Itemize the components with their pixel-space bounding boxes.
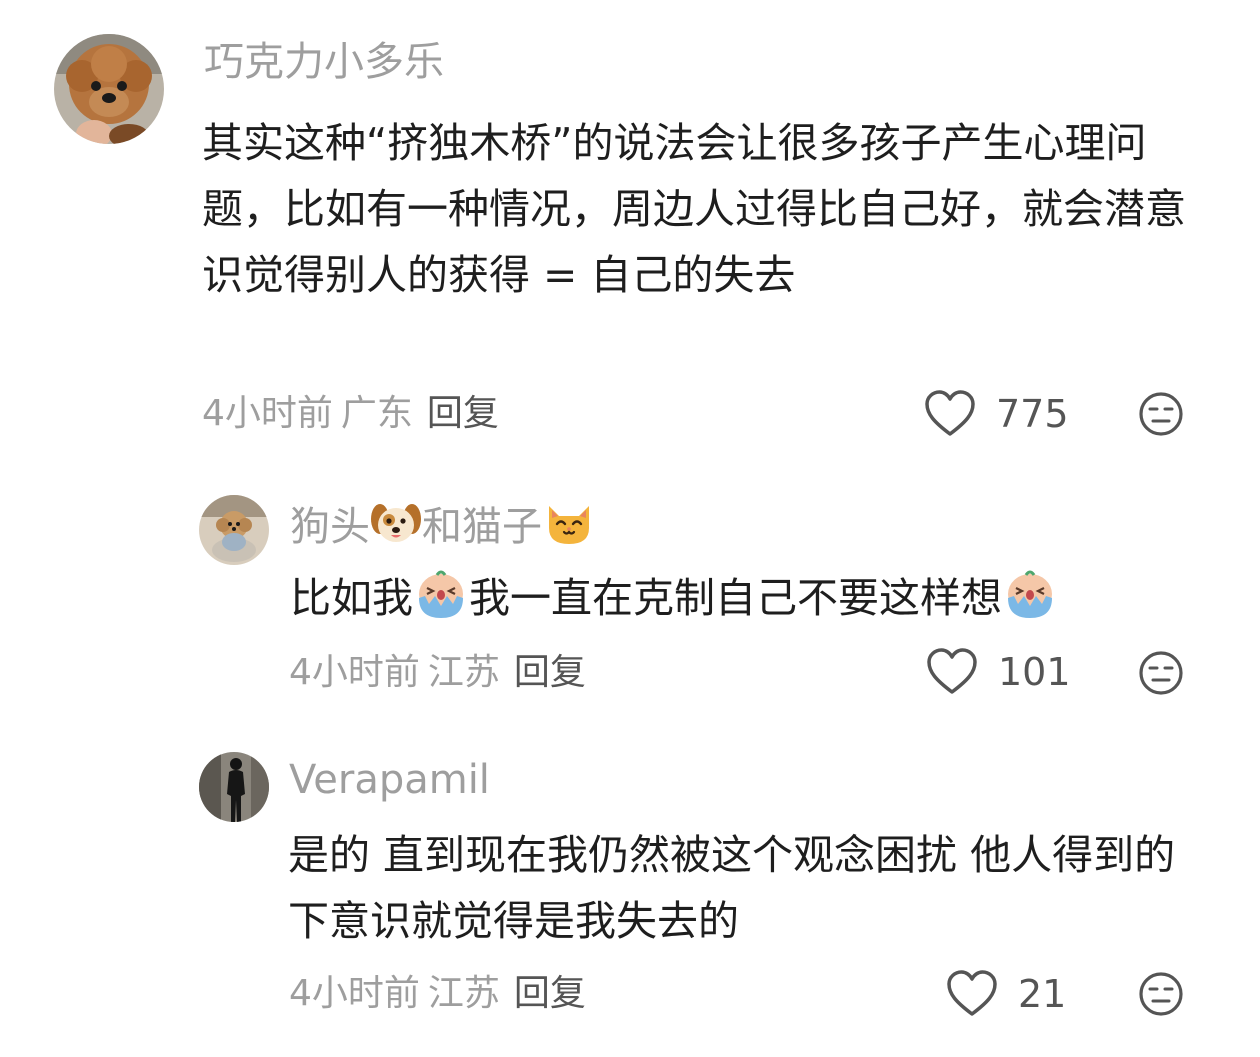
unamused-face-icon [1139,392,1183,436]
like-count: 775 [996,392,1069,436]
comment-text: 其实这种“挤独木桥”的说法会让很多孩子产生心理问题，比如有一种情况，周边人过得比… [202,119,1186,299]
poodle-avatar-icon [54,34,164,144]
heart-outline-icon [925,390,975,436]
comment-item: Verapamil 是的 直到现在我仍然被这个观念困扰 他人得到的 下意识就觉得… [0,730,1260,1057]
comment-item: 狗头 和猫子 比如我 我一直在克制自己不要这样想 4小时前 江苏 回复 101 [0,460,1260,730]
heart-outline-icon [927,648,977,694]
reply-button[interactable]: 回复 [514,652,586,693]
comment-time: 4小时前 [289,652,420,693]
comment-meta: 4小时前 广东 回复 [202,396,499,432]
person-silhouette-avatar-icon [199,752,269,822]
comment-meta: 4小时前 江苏 回复 [289,655,586,691]
comment-text-part: 比如我 [290,574,413,622]
user-avatar[interactable] [54,34,164,144]
comment-username[interactable]: Verapamil [289,760,490,800]
like-button[interactable]: 775 [924,390,1069,438]
dislike-button[interactable] [1138,971,1184,1021]
dog-face-icon [370,499,422,554]
unamused-face-icon [1139,651,1183,695]
cat-face-icon [542,498,596,555]
comment-text: 比如我 我一直在克制自己不要这样想 [290,565,1210,639]
user-avatar[interactable] [199,495,269,565]
dislike-button[interactable] [1138,650,1184,700]
reply-button[interactable]: 回复 [514,973,586,1014]
username-part: 狗头 [290,503,370,550]
like-count: 21 [1018,972,1067,1016]
username-part: 和猫子 [422,503,542,550]
comment-username[interactable]: 狗头 和猫子 [290,498,596,555]
dislike-button[interactable] [1138,391,1184,441]
comment-text: 是的 直到现在我仍然被这个观念困扰 他人得到的 下意识就觉得是我失去的 [288,831,1176,945]
small-dog-avatar-icon [199,495,269,565]
reply-button[interactable]: 回复 [427,393,499,434]
comment-username[interactable]: 巧克力小多乐 [204,42,444,82]
crying-emoji-icon [1002,568,1058,639]
comment-location: 江苏 [427,652,500,693]
user-avatar[interactable] [199,752,269,822]
crying-emoji-icon [413,568,469,639]
comment-text-part: 我一直在克制自己不要这样想 [469,574,1002,622]
comment-location: 广东 [340,393,413,434]
like-button[interactable]: 21 [946,970,1066,1018]
unamused-face-icon [1139,972,1183,1016]
heart-outline-icon [947,970,997,1016]
comment-list: 巧克力小多乐 其实这种“挤独木桥”的说法会让很多孩子产生心理问题，比如有一种情况… [0,0,1260,1057]
comment-time: 4小时前 [202,393,333,434]
like-button[interactable]: 101 [926,648,1071,696]
comment-time: 4小时前 [289,973,420,1014]
comment-meta: 4小时前 江苏 回复 [289,976,586,1012]
comment-location: 江苏 [427,973,500,1014]
comment-item: 巧克力小多乐 其实这种“挤独木桥”的说法会让很多孩子产生心理问题，比如有一种情况… [0,0,1260,460]
like-count: 101 [998,650,1071,694]
